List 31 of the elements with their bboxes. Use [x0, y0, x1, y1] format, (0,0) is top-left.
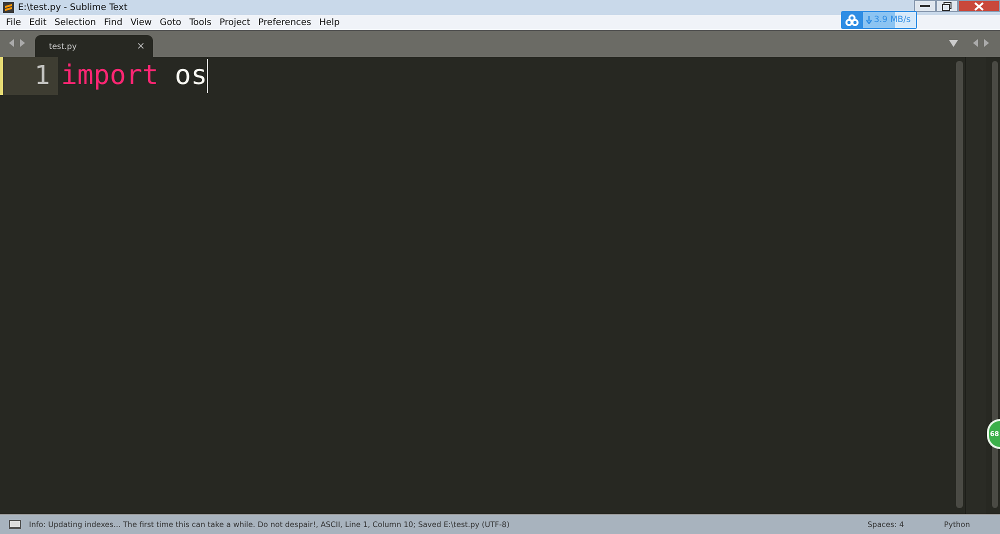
dropdown-arrow-icon[interactable] — [949, 40, 958, 47]
panel-toggle-icon[interactable] — [9, 520, 21, 529]
app-logo-icon — [3, 2, 14, 13]
menu-item[interactable]: Help — [315, 18, 344, 28]
scrollbar[interactable] — [992, 61, 998, 508]
line-number: 1 — [0, 57, 58, 95]
menu-item[interactable]: Goto — [156, 18, 186, 28]
scrollbar[interactable] — [956, 61, 963, 508]
minimize-button[interactable] — [914, 0, 936, 12]
menu-item[interactable]: Preferences — [254, 18, 316, 28]
window-title: E:\test.py - Sublime Text — [18, 2, 128, 12]
maximize-icon — [942, 2, 952, 10]
file-tab[interactable]: test.py × — [35, 35, 153, 57]
menu-item[interactable]: Tools — [185, 18, 216, 28]
menu-item[interactable]: Find — [100, 18, 126, 28]
close-icon — [974, 2, 984, 10]
maximize-button[interactable] — [936, 0, 958, 12]
tab-navigation-arrows-icon[interactable] — [8, 39, 26, 47]
menu-item[interactable]: File — [2, 18, 26, 28]
menu-item[interactable]: Selection — [50, 18, 100, 28]
menu-item[interactable]: View — [126, 18, 156, 28]
download-arrow-icon — [866, 16, 872, 24]
minimize-icon — [920, 4, 930, 8]
menu-item[interactable]: Project — [215, 18, 254, 28]
close-button[interactable] — [958, 0, 1000, 12]
code-line: import os — [58, 59, 208, 93]
tab-navigation-arrows-icon[interactable] — [972, 39, 990, 47]
cloud-icon — [845, 14, 859, 26]
menu-item[interactable]: Edit — [25, 18, 50, 28]
speed-reading: 3.9 MB/s — [874, 14, 911, 27]
close-tab-button[interactable]: × — [136, 40, 145, 52]
